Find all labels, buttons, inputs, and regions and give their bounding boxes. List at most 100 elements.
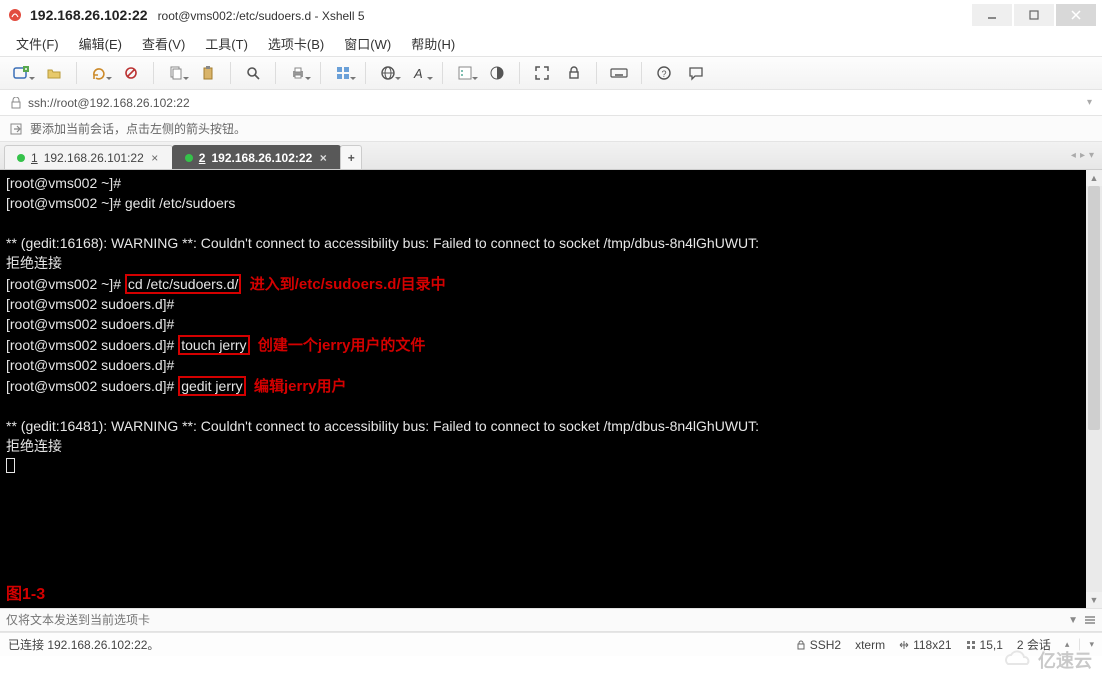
info-bar: 要添加当前会话，点击左侧的箭头按钮。	[0, 116, 1102, 142]
menu-file[interactable]: 文件(F)	[10, 32, 65, 55]
lock-icon	[796, 640, 806, 650]
sessions-up-icon[interactable]: ▴	[1065, 639, 1070, 650]
disconnect-button[interactable]	[117, 60, 145, 86]
open-button[interactable]	[40, 60, 68, 86]
size-icon	[899, 640, 909, 650]
tab-list-dropdown-icon[interactable]: ▾	[1089, 150, 1094, 161]
annotation-text: 编辑jerry用户	[246, 378, 347, 395]
toolbar-separator	[275, 62, 276, 84]
globe-button[interactable]	[374, 60, 402, 86]
highlighted-command: cd /etc/sudoers.d/	[125, 274, 242, 294]
fullscreen-button[interactable]	[528, 60, 556, 86]
address-input[interactable]	[28, 96, 1081, 110]
tab-nav: ◂ ▸ ▾	[1063, 142, 1102, 169]
toolbar-separator	[153, 62, 154, 84]
toolbar-separator	[365, 62, 366, 84]
title-path: root@vms002:/etc/sudoers.d - Xshell 5	[158, 9, 365, 23]
grid-icon	[966, 640, 976, 650]
title-bar: 192.168.26.102:22 root@vms002:/etc/sudoe…	[0, 0, 1102, 30]
toolbar-separator	[230, 62, 231, 84]
status-position-text: 15,1	[980, 638, 1003, 652]
font-button[interactable]: A	[406, 60, 434, 86]
send-mode-dropdown-icon[interactable]: ▼	[1068, 615, 1078, 626]
print-button[interactable]	[284, 60, 312, 86]
lock-button[interactable]	[560, 60, 588, 86]
menu-help[interactable]: 帮助(H)	[405, 32, 461, 55]
help-button[interactable]: ?	[650, 60, 678, 86]
scroll-track[interactable]	[1086, 186, 1102, 592]
toolbar-separator	[320, 62, 321, 84]
tab-close-icon[interactable]: ×	[150, 151, 160, 165]
keyboard-button[interactable]	[605, 60, 633, 86]
reconnect-button[interactable]	[85, 60, 113, 86]
properties-button[interactable]	[329, 60, 357, 86]
terminal-line: [root@vms002 sudoers.d]#	[6, 316, 174, 332]
info-bar-text: 要添加当前会话，点击左侧的箭头按钮。	[30, 120, 246, 137]
status-term-type: xterm	[855, 638, 885, 652]
terminal-line: 拒绝连接	[6, 438, 62, 454]
scroll-up-icon[interactable]: ▲	[1086, 170, 1102, 186]
terminal-line: [root@vms002 ~]#	[6, 276, 125, 292]
toolbar-separator	[641, 62, 642, 84]
menu-window[interactable]: 窗口(W)	[338, 32, 397, 55]
tab-next-icon[interactable]: ▸	[1080, 150, 1085, 161]
send-bar: ▼	[0, 608, 1102, 632]
window-minimize-button[interactable]	[972, 4, 1012, 26]
terminal-line: [root@vms002 ~]#	[6, 195, 125, 211]
highlighted-command: touch jerry	[178, 335, 249, 355]
color-scheme-button[interactable]	[483, 60, 511, 86]
terminal-line: ** (gedit:16481): WARNING **: Couldn't c…	[6, 418, 763, 434]
terminal-line: [root@vms002 ~]#	[6, 175, 121, 191]
sessions-down-icon[interactable]: ▾	[1089, 639, 1094, 650]
script-button[interactable]	[451, 60, 479, 86]
send-menu-icon[interactable]	[1084, 614, 1096, 626]
session-tab-2[interactable]: 2 192.168.26.102:22 ×	[172, 145, 341, 169]
menu-tools[interactable]: 工具(T)	[199, 32, 254, 55]
send-input[interactable]	[6, 613, 1062, 627]
toolbar-separator	[442, 62, 443, 84]
window-close-button[interactable]	[1056, 4, 1096, 26]
terminal-line: ** (gedit:16168): WARNING **: Couldn't c…	[6, 235, 763, 251]
toolbar: A ?	[0, 56, 1102, 90]
copy-button[interactable]	[162, 60, 190, 86]
status-sessions-nav: ▴ ｜ ▾	[1065, 636, 1094, 653]
status-bar: 已连接 192.168.26.102:22。 SSH2 xterm 118x21…	[0, 632, 1102, 656]
toolbar-separator	[596, 62, 597, 84]
paste-button[interactable]	[194, 60, 222, 86]
highlighted-command: gedit jerry	[178, 376, 245, 396]
toolbar-separator	[519, 62, 520, 84]
tab-index: 1	[31, 151, 38, 165]
terminal[interactable]: [root@vms002 ~]# [root@vms002 ~]# gedit …	[0, 170, 1086, 608]
terminal-line: [root@vms002 sudoers.d]#	[6, 337, 178, 353]
tab-prev-icon[interactable]: ◂	[1071, 150, 1076, 161]
new-session-button[interactable]	[8, 60, 36, 86]
status-size-text: 118x21	[913, 638, 951, 652]
terminal-line: [root@vms002 sudoers.d]#	[6, 378, 178, 394]
menu-edit[interactable]: 编辑(E)	[73, 32, 128, 55]
menu-bar: 文件(F) 编辑(E) 查看(V) 工具(T) 选项卡(B) 窗口(W) 帮助(…	[0, 30, 1102, 56]
chat-button[interactable]	[682, 60, 710, 86]
find-button[interactable]	[239, 60, 267, 86]
status-position: 15,1	[966, 638, 1003, 652]
terminal-scrollbar[interactable]: ▲ ▼	[1086, 170, 1102, 608]
app-icon	[6, 6, 24, 24]
tab-close-icon[interactable]: ×	[318, 151, 328, 165]
status-sessions: 2 会话	[1017, 636, 1051, 653]
status-dot-icon	[17, 154, 25, 162]
terminal-line: [root@vms002 sudoers.d]#	[6, 357, 174, 373]
title-host: 192.168.26.102:22	[30, 7, 148, 23]
add-session-arrow-icon[interactable]	[10, 122, 24, 136]
menu-view[interactable]: 查看(V)	[136, 32, 191, 55]
scroll-down-icon[interactable]: ▼	[1086, 592, 1102, 608]
window-maximize-button[interactable]	[1014, 4, 1054, 26]
new-tab-button[interactable]: +	[340, 145, 362, 169]
address-dropdown-icon[interactable]: ▾	[1087, 97, 1092, 108]
scroll-thumb[interactable]	[1088, 186, 1100, 430]
menu-tabs[interactable]: 选项卡(B)	[262, 32, 330, 55]
svg-text:?: ?	[662, 69, 667, 79]
toolbar-separator	[76, 62, 77, 84]
tab-index: 2	[199, 151, 206, 165]
session-tab-1[interactable]: 1 192.168.26.101:22 ×	[4, 145, 173, 169]
terminal-line: gedit /etc/sudoers	[125, 195, 236, 211]
tab-label: 192.168.26.102:22	[211, 151, 312, 165]
